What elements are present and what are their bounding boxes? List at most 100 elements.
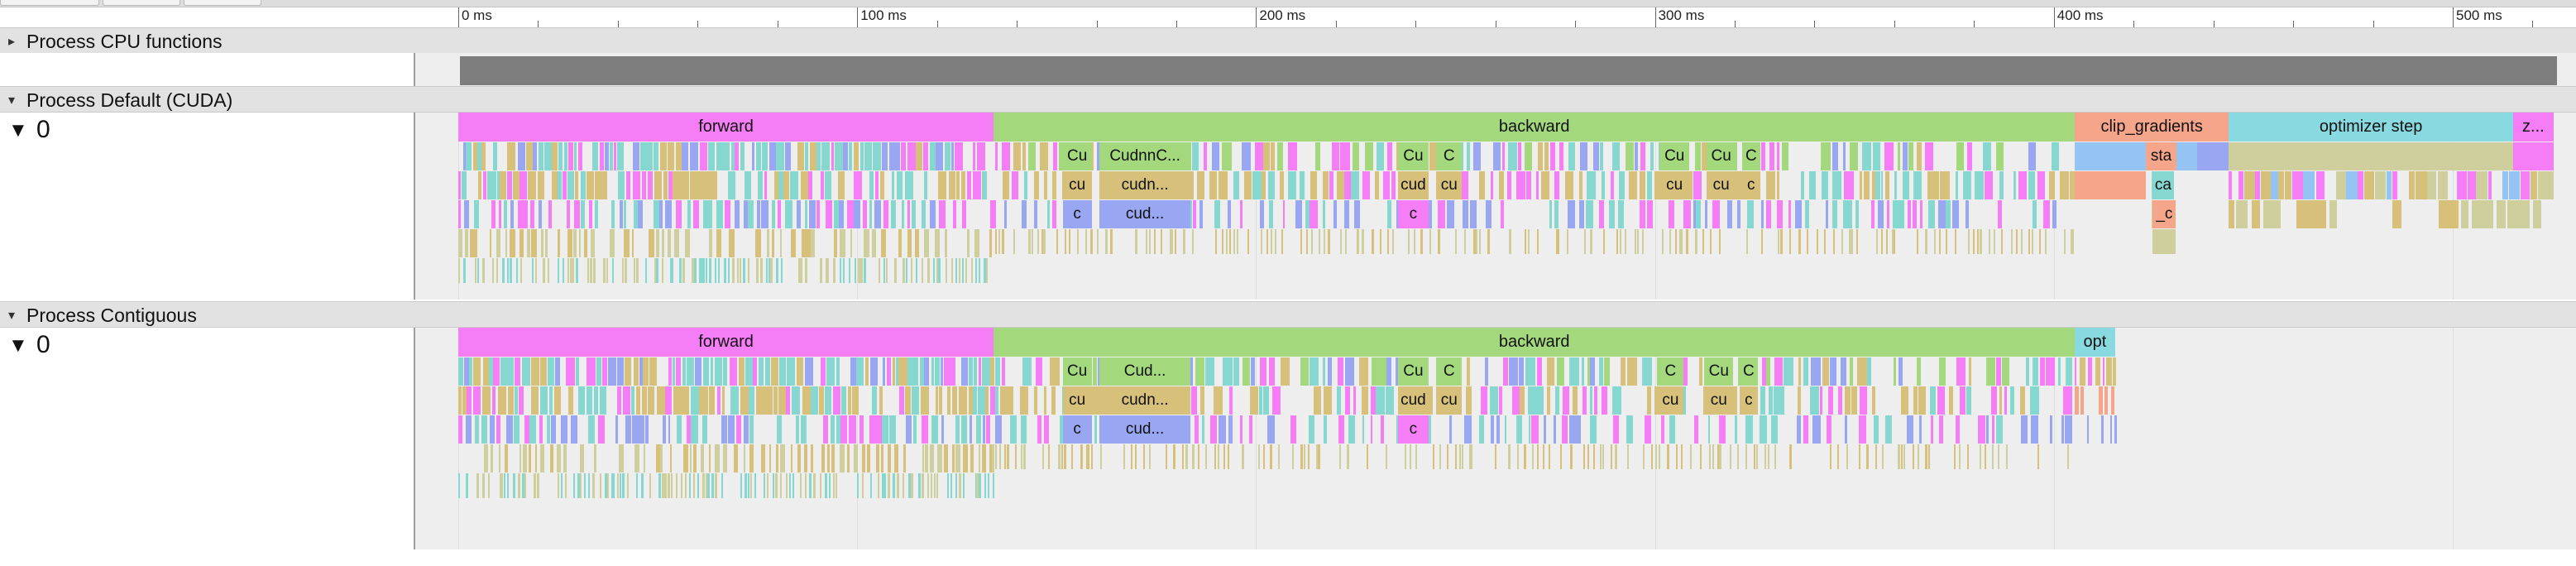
kernel-slice[interactable] bbox=[1850, 142, 1859, 170]
kernel-slice[interactable] bbox=[1675, 444, 1678, 469]
kernel-slice[interactable] bbox=[2315, 171, 2325, 199]
kernel-slice[interactable] bbox=[1999, 386, 2002, 415]
kernel-slice[interactable] bbox=[682, 142, 688, 170]
kernel-slice[interactable] bbox=[1233, 171, 1239, 199]
kernel-slice[interactable] bbox=[825, 171, 831, 199]
kernel-slice[interactable] bbox=[1391, 229, 1394, 254]
kernel-slice-labeled[interactable]: cud bbox=[1398, 171, 1429, 199]
kernel-slice[interactable] bbox=[728, 415, 735, 444]
kernel-slice[interactable] bbox=[1345, 386, 1350, 415]
kernel-slice[interactable] bbox=[1995, 357, 2001, 386]
kernel-slice[interactable] bbox=[592, 142, 599, 170]
kernel-slice[interactable] bbox=[563, 444, 567, 472]
kernel-slice[interactable] bbox=[822, 415, 829, 444]
kernel-slice[interactable] bbox=[631, 386, 634, 415]
kernel-slice[interactable] bbox=[727, 171, 736, 199]
kernel-slice[interactable] bbox=[563, 142, 567, 170]
kernel-slice[interactable] bbox=[864, 357, 869, 386]
kernel-slice[interactable] bbox=[1446, 444, 1448, 469]
kernel-slice[interactable] bbox=[1779, 229, 1783, 254]
kernel-slice[interactable] bbox=[580, 444, 584, 472]
kernel-slice[interactable] bbox=[1300, 444, 1303, 469]
kernel-slice[interactable] bbox=[842, 258, 845, 283]
kernel-slice[interactable] bbox=[838, 171, 845, 199]
kernel-slice[interactable] bbox=[1586, 171, 1597, 199]
kernel-slice[interactable] bbox=[836, 357, 840, 386]
kernel-slice[interactable] bbox=[758, 171, 764, 199]
kernel-slice[interactable] bbox=[864, 142, 872, 170]
kernel-slice[interactable] bbox=[898, 386, 904, 415]
kernel-slice[interactable] bbox=[1339, 142, 1350, 170]
kernel-slice[interactable] bbox=[472, 357, 481, 386]
kernel-slice[interactable] bbox=[941, 415, 945, 444]
kernel-slice[interactable] bbox=[482, 258, 486, 283]
kernel-slice[interactable] bbox=[482, 357, 489, 386]
kernel-slice[interactable] bbox=[732, 258, 735, 283]
kernel-slice[interactable] bbox=[2010, 229, 2013, 254]
kernel-slice[interactable] bbox=[536, 473, 540, 498]
kernel-slice[interactable] bbox=[946, 473, 949, 498]
kernel-slice[interactable] bbox=[1709, 229, 1712, 254]
kernel-slice[interactable] bbox=[1267, 415, 1275, 444]
kernel-slice[interactable] bbox=[1505, 415, 1507, 444]
kernel-slice[interactable] bbox=[718, 258, 721, 283]
kernel-slice[interactable] bbox=[676, 473, 678, 498]
kernel-slice[interactable] bbox=[1123, 444, 1126, 469]
kernel-slice[interactable] bbox=[1006, 386, 1014, 415]
kernel-slice[interactable] bbox=[671, 258, 673, 283]
kernel-slice[interactable] bbox=[701, 258, 703, 283]
kernel-slice[interactable] bbox=[1175, 229, 1177, 254]
kernel-slice[interactable] bbox=[723, 357, 728, 386]
kernel-slice[interactable] bbox=[705, 258, 707, 283]
kernel-slice[interactable] bbox=[1564, 171, 1573, 199]
kernel-slice[interactable] bbox=[1064, 444, 1067, 469]
kernel-slice[interactable] bbox=[1753, 444, 1755, 469]
kernel-slice[interactable] bbox=[658, 473, 661, 498]
kernel-slice[interactable] bbox=[1003, 444, 1006, 469]
kernel-slice[interactable] bbox=[944, 444, 949, 472]
kernel-slice[interactable] bbox=[1554, 171, 1560, 199]
kernel-slice[interactable] bbox=[821, 171, 824, 199]
kernel-slice[interactable] bbox=[710, 357, 713, 386]
kernel-slice[interactable] bbox=[1881, 229, 1884, 254]
kernel-slice[interactable] bbox=[1376, 357, 1386, 386]
kernel-slice[interactable] bbox=[1508, 357, 1519, 386]
kernel-slice[interactable] bbox=[2064, 415, 2072, 444]
kernel-slice[interactable] bbox=[1490, 415, 1494, 444]
kernel-slice[interactable] bbox=[833, 386, 840, 415]
kernel-slice[interactable] bbox=[730, 142, 735, 170]
kernel-slice[interactable] bbox=[2028, 229, 2031, 254]
kernel-slice[interactable] bbox=[792, 473, 795, 498]
kernel-slice[interactable] bbox=[1515, 415, 1522, 444]
kernel-slice[interactable] bbox=[2060, 171, 2070, 199]
kernel-slice[interactable] bbox=[625, 357, 632, 386]
kernel-slice[interactable] bbox=[617, 357, 624, 386]
kernel-slice[interactable] bbox=[965, 258, 968, 283]
kernel-slice[interactable] bbox=[668, 415, 671, 444]
kernel-slice[interactable] bbox=[2049, 415, 2053, 444]
kernel-slice-labeled[interactable]: cu bbox=[1062, 386, 1092, 415]
kernel-slice[interactable] bbox=[1279, 171, 1284, 199]
kernel-slice[interactable] bbox=[1310, 171, 1318, 199]
kernel-slice[interactable] bbox=[803, 444, 808, 472]
kernel-slice[interactable] bbox=[2468, 171, 2476, 199]
kernel-slice[interactable] bbox=[800, 415, 807, 444]
kernel-slice[interactable] bbox=[2013, 171, 2017, 199]
kernel-slice-labeled[interactable]: cudn... bbox=[1099, 386, 1190, 415]
kernel-slice-labeled[interactable]: cudn... bbox=[1099, 171, 1190, 199]
kernel-slice[interactable] bbox=[2039, 357, 2046, 386]
kernel-slice[interactable] bbox=[1370, 415, 1373, 444]
kernel-slice[interactable] bbox=[1498, 386, 1503, 415]
kernel-slice[interactable] bbox=[1735, 415, 1737, 444]
kernel-slice[interactable] bbox=[1043, 171, 1047, 199]
kernel-slice[interactable] bbox=[2537, 171, 2545, 199]
kernel-slice[interactable] bbox=[2427, 171, 2437, 199]
kernel-slice[interactable] bbox=[2263, 200, 2282, 228]
kernel-slice[interactable] bbox=[1258, 386, 1262, 415]
kernel-slice[interactable] bbox=[1509, 229, 1511, 254]
kernel-slice[interactable] bbox=[874, 415, 882, 444]
kernel-slice[interactable] bbox=[606, 258, 609, 283]
kernel-slice[interactable] bbox=[1324, 386, 1332, 415]
kernel-slice[interactable] bbox=[1601, 171, 1606, 199]
kernel-slice[interactable] bbox=[948, 171, 956, 199]
